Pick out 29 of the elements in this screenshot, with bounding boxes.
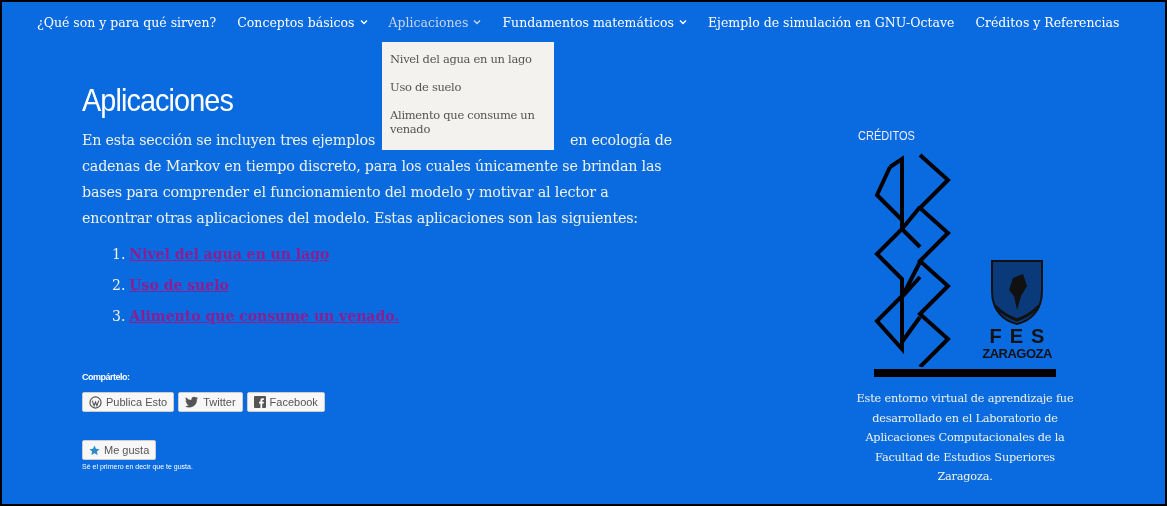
like-button[interactable]: Me gusta [82,440,157,460]
nav-link[interactable]: Aplicaciones [388,14,482,30]
nav-link[interactable]: Fundamentos matemáticos [502,14,687,30]
share-label: Compártelo: [82,372,131,382]
list-number: 1. [112,245,126,264]
logo-text: FES [989,326,1053,346]
intro-text: En esta sección se incluyen tres ejemplos [82,131,376,150]
nav-link[interactable]: Créditos y Referencias [975,14,1120,30]
nav-link[interactable]: Ejemplo de simulación en GNU-Octave [707,14,955,30]
menu-item[interactable]: Nivel del agua en un lago [382,50,554,78]
nav-link[interactable]: Conceptos básicos [237,14,368,30]
credits-paragraph: Este entorno virtual de aprendizaje fue desarrollado en el Laboratorio de Aplicaciones Computacionales de la Facultad de Estudios Superiores Zaragoza. [855,391,1075,485]
sidebar-heading: CRÉDITOS [858,128,915,143]
list-number: 2. [112,276,126,295]
list-number: 3. [112,307,126,326]
page-title: Aplicaciones [82,82,233,119]
facebook-icon [253,396,266,408]
intro-paragraph: cadenas de Markov en tiempo discreto, para los cuales únicamente se brindan las bases para comprender el funcionamiento del modelo y motivar al lector a encontrar otras aplicaciones del modelo. Estas aplicaciones son las siguientes: [82,157,663,228]
share-button[interactable]: Facebook [246,392,325,412]
logo-text: ZARAGOZA [982,346,1052,361]
bird-icon [185,396,200,408]
menu-item[interactable]: Alimento que consume un venado [382,106,554,148]
share-button[interactable]: Publica Esto [82,392,175,412]
intro-text: en ecología de [569,131,672,150]
share-button[interactable]: Twitter [178,392,243,412]
nav-link[interactable]: ¿Qué son y para qué sirven? [37,14,217,30]
wordpress-icon [89,395,102,409]
menu-item[interactable]: Uso de suelo [382,78,554,106]
star-icon [89,444,100,456]
